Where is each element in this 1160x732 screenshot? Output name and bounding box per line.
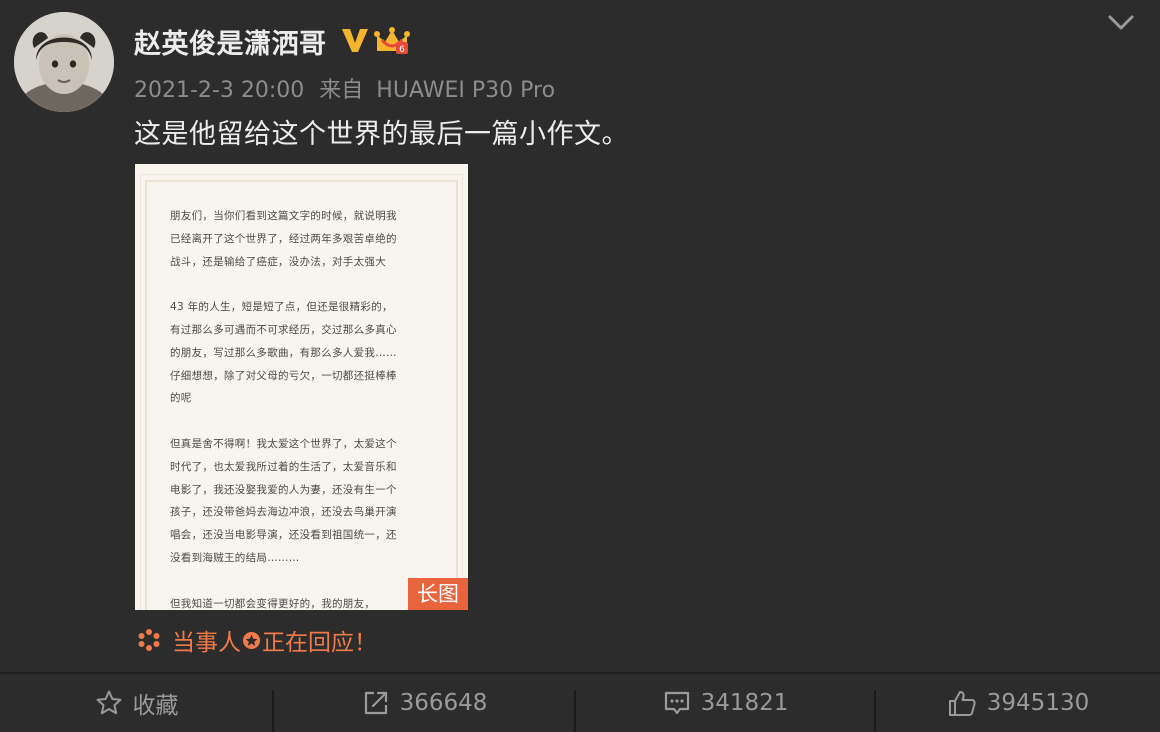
letter-line: 仔细想想，除了对父母的亏欠，一切都还挺棒棒 [170,369,397,382]
verified-v-icon [342,29,368,52]
like-count: 3945130 [986,690,1090,716]
post-meta: 2021-2-3 20:00 来自 HUAWEI P30 Pro [134,72,555,104]
letter-line: 但我知道一切都会变得更好的，我的朋友， [170,597,376,610]
favorite-button[interactable]: 收藏 [0,674,273,732]
long-image[interactable]: 朋友们，当你们看到这篇文字的时候，就说明我 已经离开了这个世界了，经过两年多艰苦卓… [135,164,468,610]
letter-line: 唱会，还没当电影导演，还没看到祖国统一，还 [170,529,397,542]
device-source: HUAWEI P30 Pro [376,78,556,103]
action-bar: 收藏 366648 341821 3945130 [0,674,1160,732]
share-icon [364,691,387,715]
chevron-down-icon[interactable] [1106,8,1136,38]
member-crown-icon[interactable]: 6 [374,26,410,56]
post-text: 这是他留给这个世界的最后一篇小作文。 [134,119,629,150]
letter-line: 43 年的人生，短是短了点，但还是很精彩的， [170,301,393,314]
letter-line: 战斗，还是输给了癌症，没办法，对手太强大 [170,255,386,268]
letter-line: 时代了，也太爱我所过着的生活了，太爱音乐和 [170,460,397,473]
star-outline-icon [96,690,121,715]
source-prefix: 来自 [319,78,364,103]
favorite-label: 收藏 [132,693,179,719]
like-button[interactable]: 3945130 [876,674,1160,732]
thumbs-up-icon [948,691,976,716]
timestamp[interactable]: 2021-2-3 20:00 [134,78,304,103]
long-image-badge: 长图 [408,578,468,610]
avatar-photo [14,12,114,112]
weibo-post: 赵英俊是潇洒哥 6 2021-2-3 20:00 来自 HUAWEI P30 P… [0,0,1160,732]
letter-line: 但真是舍不得啊！我太爱这个世界了，太爱这个 [170,438,397,450]
avatar[interactable] [14,12,114,112]
responding-label-before: 当事人 [172,630,241,656]
letter-line: 孩子，还没带爸妈去海边冲浪，还没去鸟巢开演 [170,506,397,519]
comment-button[interactable]: 341821 [576,674,875,732]
share-button[interactable]: 366648 [274,674,575,732]
letter-line: 的朋友，写过那么多歌曲，有那么多人爱我…… [170,346,397,359]
letter-line: 的呢 [170,392,192,405]
letter-line: 电影了，我还没娶我爱的人为妻，还没有生一个 [170,483,397,496]
star-circle-icon [242,631,261,649]
comment-count: 341821 [700,690,789,716]
comment-icon [664,691,689,715]
responding-notice[interactable]: 当事人 正在回应！ [136,624,377,656]
share-count: 366648 [399,690,488,716]
letter-line: 已经离开了这个世界了，经过两年多艰苦卓绝的 [170,232,397,245]
svg-text:6: 6 [399,45,405,55]
username[interactable]: 赵英俊是潇洒哥 [134,22,327,61]
letter-line: 朋友们，当你们看到这篇文字的时候，就说明我 [170,210,397,222]
letter-line: 有过那么多可遇而不可求经历，交过那么多真心 [170,324,397,336]
responding-label-after: 正在回应！ [262,630,377,656]
sparkle-icon [138,629,160,651]
letter-line: 没看到海贼王的结局……… [170,552,300,564]
